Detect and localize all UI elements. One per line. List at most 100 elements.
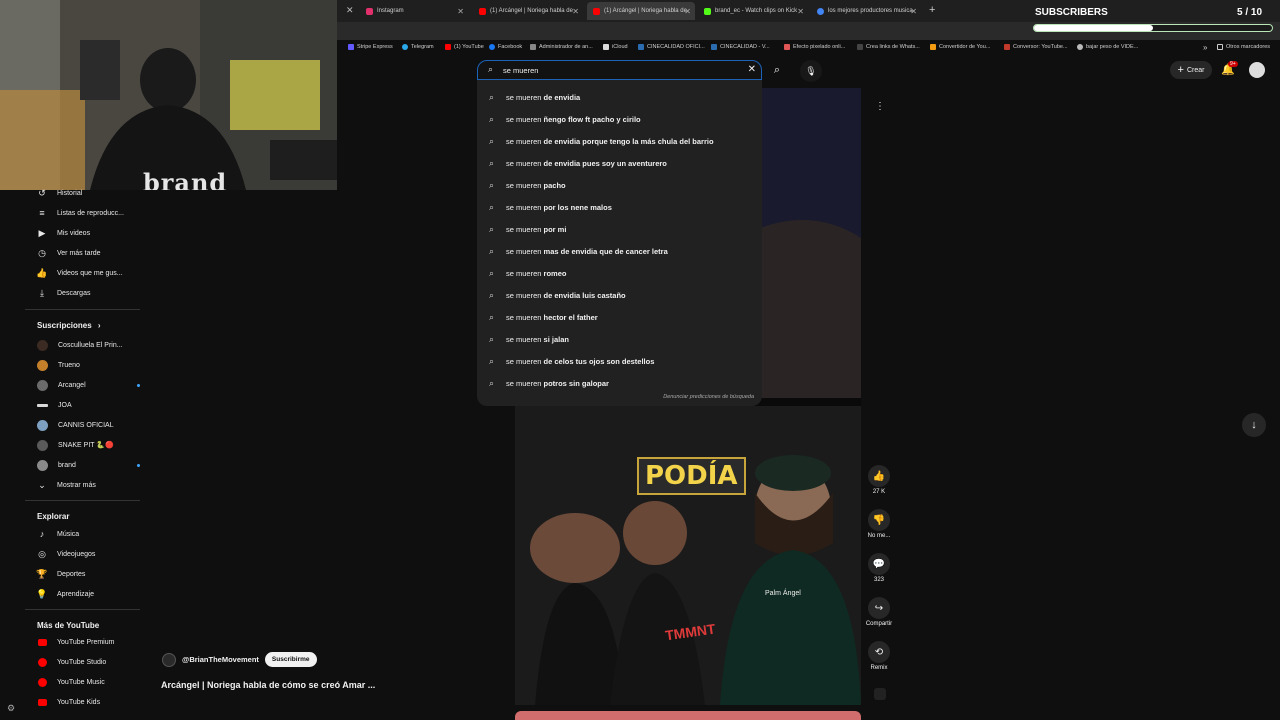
subscription-joa[interactable]: JOA <box>37 398 72 412</box>
subscription-brand[interactable]: brand <box>37 458 140 472</box>
subscriptions-header[interactable]: Suscripciones › <box>37 321 101 330</box>
channel-handle[interactable]: @BrianTheMovement <box>182 655 259 664</box>
video-overlay-text: PODÍA <box>637 457 746 495</box>
next-video-arrow-icon[interactable]: ↓ <box>1242 413 1266 437</box>
sidebar-item-gaming[interactable]: ◎ Videojuegos <box>37 547 95 561</box>
bookmark-otros[interactable]: Otros marcadores <box>1217 44 1270 50</box>
tab-instagram[interactable]: Instagram ✕ <box>360 2 468 20</box>
report-predictions-link[interactable]: Denunciar predicciones de búsqueda <box>663 394 754 400</box>
suggestion-item[interactable]: ⌕ se mueren ñengo flow ft pacho y cirilo <box>477 108 762 130</box>
sidebar-item-youtube-music[interactable]: YouTube Music <box>37 675 105 689</box>
suggestion-item[interactable]: ⌕ se mueren por los nene malos <box>477 196 762 218</box>
dislike-button[interactable]: 👎 No me... <box>864 509 894 539</box>
suggestion-item[interactable]: ⌕ se mueren de envidia pues soy un aventu… <box>477 152 762 174</box>
sidebar-item-youtube-kids[interactable]: YouTube Kids <box>37 695 100 709</box>
bookmark-convertidor[interactable]: Convertidor de You... <box>930 44 990 50</box>
remix-icon: ⟲ <box>868 641 890 663</box>
new-tab-icon[interactable]: + <box>929 4 935 16</box>
bookmark-icloud[interactable]: iCloud <box>603 44 628 50</box>
sidebar-item-liked[interactable]: 👍 Videos que me gus... <box>36 266 122 280</box>
sidebar-item-my-videos[interactable]: ▶ Mis videos <box>37 226 91 240</box>
trophy-icon: 🏆 <box>36 568 48 579</box>
search-button[interactable]: ⌕ <box>768 61 786 79</box>
bookmark-stripe[interactable]: Stripe Express <box>348 44 393 50</box>
tab-close-icon[interactable]: ✕ <box>572 7 579 16</box>
video-title[interactable]: Arcángel | Noriega habla de cómo se creó… <box>161 680 375 690</box>
subscription-snake-pit[interactable]: SNAKE PIT 🐍🔴 <box>37 438 114 452</box>
remix-button[interactable]: ⟲ Remix <box>864 641 894 671</box>
subscription-cannis[interactable]: CANNIS OFICIAL <box>37 418 114 432</box>
bookmark-conversor[interactable]: Conversor: YouTube... <box>1004 44 1068 50</box>
more-options-icon[interactable]: ⋮ <box>875 101 885 112</box>
suggestion-item[interactable]: ⌕ se mueren de envidia luis castaño <box>477 284 762 306</box>
suggestion-item[interactable]: ⌕ se mueren mas de envidia que de cancer … <box>477 240 762 262</box>
subscription-cosculluela[interactable]: Cosculluela El Prin... <box>37 338 123 352</box>
search-icon: ⌕ <box>489 201 495 212</box>
suggestion-item[interactable]: ⌕ se mueren hector el father <box>477 306 762 328</box>
sidebar-item-youtube-premium[interactable]: YouTube Premium <box>37 635 114 649</box>
share-button[interactable]: ↪ Compartir <box>864 597 894 627</box>
suggestion-item[interactable]: ⌕ se mueren pacho <box>477 174 762 196</box>
sidebar-item-learning[interactable]: 💡 Aprendizaje <box>36 587 94 601</box>
clear-search-icon[interactable]: ✕ <box>748 64 756 75</box>
tab-youtube-1[interactable]: (1) Arcángel | Noriega habla de ✕ <box>473 2 583 20</box>
channel-avatar <box>37 403 48 407</box>
subscription-arcangel[interactable]: Arcangel <box>37 378 140 392</box>
account-avatar[interactable] <box>1249 62 1265 78</box>
tab-kick[interactable]: brand_ec - Watch clips on Kick ✕ <box>698 2 808 20</box>
search-icon: ⌕ <box>489 245 495 256</box>
chevron-down-icon: ⌄ <box>38 479 46 490</box>
bookmark-youtube[interactable]: (1) YouTube <box>445 44 484 50</box>
tab-label: los mejores productores musica <box>828 8 913 14</box>
sidebar-item-historial[interactable]: ↺ Historial <box>37 186 82 200</box>
suggestion-item[interactable]: ⌕ se mueren si jalan <box>477 328 762 350</box>
bookmark-cinecalidad-2[interactable]: CINECALIDAD - V... <box>711 44 770 50</box>
sound-thumbnail[interactable] <box>874 688 886 700</box>
bookmark-whatsapp[interactable]: Crea links de Whats... <box>857 44 920 50</box>
subscribers-count: 5 / 10 <box>1237 7 1263 18</box>
tab-close-icon[interactable]: ✕ <box>457 7 464 16</box>
search-input[interactable]: se mueren <box>503 66 538 75</box>
tab-google[interactable]: los mejores productores musica ✕ <box>811 2 921 20</box>
comments-button[interactable]: 💬 323 <box>864 553 894 583</box>
sidebar-item-playlists[interactable]: ≡ Listas de reproducc... <box>37 206 124 220</box>
bookmark-pixelado[interactable]: Efecto pixelado onli... <box>784 44 845 50</box>
sidebar-item-sports[interactable]: 🏆 Deportes <box>36 567 85 581</box>
suggestion-item[interactable]: ⌕ se mueren por mi <box>477 218 762 240</box>
tab-youtube-active[interactable]: (1) Arcángel | Noriega habla de ✕ <box>587 2 695 20</box>
close-tab-icon[interactable]: ✕ <box>346 5 354 16</box>
subscription-trueno[interactable]: Trueno <box>37 358 80 372</box>
channel-avatar[interactable] <box>162 652 176 667</box>
bookmarks-overflow-icon[interactable]: » <box>1203 43 1207 52</box>
channel-avatar <box>37 359 48 371</box>
like-button[interactable]: 👍 27 K <box>864 465 894 495</box>
tab-close-icon[interactable]: ✕ <box>684 7 691 16</box>
suggestion-item[interactable]: ⌕ se mueren de envidia porque tengo la má… <box>477 130 762 152</box>
bookmark-facebook[interactable]: Facebook <box>489 44 522 50</box>
suggestion-item[interactable]: ⌕ se mueren de celos tus ojos son destell… <box>477 350 762 372</box>
search-box[interactable]: ⌕ se mueren ✕ <box>477 60 762 80</box>
suggestion-item[interactable]: ⌕ se mueren de envidia <box>477 86 762 108</box>
suggestion-item[interactable]: ⌕ se mueren romeo <box>477 262 762 284</box>
converter-icon <box>930 44 936 50</box>
sidebar-item-youtube-studio[interactable]: YouTube Studio <box>37 655 106 669</box>
bookmark-telegram[interactable]: Telegram <box>402 44 434 50</box>
bookmark-cinecalidad-1[interactable]: CINECALIDAD OFICI... <box>638 44 705 50</box>
create-label: Crear <box>1186 66 1205 74</box>
settings-gear-icon[interactable]: ⚙ <box>7 703 15 714</box>
show-more-button[interactable]: ⌄ Mostrar más <box>37 478 96 492</box>
sidebar-item-music[interactable]: ♪ Música <box>37 527 79 541</box>
create-button[interactable]: + Crear <box>1170 61 1212 79</box>
next-short-preview[interactable] <box>515 711 861 720</box>
bookmark-admin[interactable]: Administrador de an... <box>530 44 593 50</box>
sidebar-item-downloads[interactable]: ⤓ Descargas <box>37 286 90 300</box>
tab-close-icon[interactable]: ✕ <box>910 7 917 16</box>
suggestion-item[interactable]: ⌕ se mueren potros sin galopar <box>477 372 762 394</box>
bookmark-bajar-peso[interactable]: bajar peso de VIDE... <box>1077 44 1138 50</box>
notifications-button[interactable]: 🔔 9+ <box>1221 61 1238 77</box>
sidebar-divider <box>25 309 140 310</box>
tab-close-icon[interactable]: ✕ <box>797 7 804 16</box>
subscribe-button[interactable]: Suscribirme <box>264 652 317 667</box>
voice-search-button[interactable]: 🎙 <box>800 60 822 82</box>
sidebar-item-watch-later[interactable]: ◷ Ver más tarde <box>37 246 101 260</box>
